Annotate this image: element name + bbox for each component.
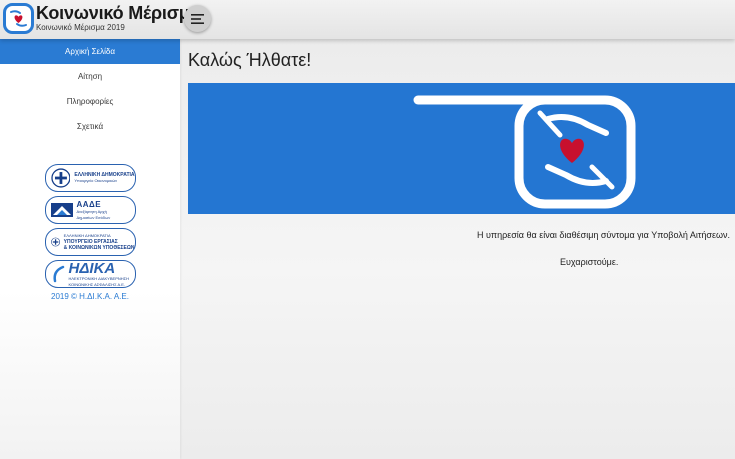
sidebar-item-application[interactable]: Αίτηση [0, 64, 180, 89]
hero-banner [188, 83, 735, 214]
partner-aade-logo[interactable]: ΑΑΔΕ Ανεξάρτητη Αρχή Δημοσίων Εσόδων [44, 196, 136, 224]
partner-hellenic-republic-logo[interactable]: ΕΛΛΗΝΙΚΗ ΔΗΜΟΚΡΑΤΙΑ Υπουργείο Οικονομικώ… [44, 164, 136, 192]
greek-emblem-icon [50, 168, 71, 188]
page-title: Καλώς Ήλθατε! [188, 50, 312, 70]
greek-emblem-icon [50, 237, 60, 247]
app-title: Κοινωνικό Μέρισμα [36, 3, 201, 23]
partner-logos: ΕΛΛΗΝΙΚΗ ΔΗΜΟΚΡΑΤΙΑ Υπουργείο Οικονομικώ… [0, 164, 180, 301]
main-content: Καλώς Ήλθατε! Η υπηρεσία θα είναι διαθέσ… [180, 39, 735, 459]
partner-aade-name: ΑΑΔΕ [76, 199, 102, 209]
idika-swoosh-icon [52, 265, 64, 283]
app-header: Κοινωνικό Μέρισμα Κοινωνικό Μέρισμα 2019 [0, 0, 735, 39]
availability-notice: Η υπηρεσία θα είναι διαθέσιμη σύντομα γι… [476, 230, 730, 240]
thanks-text: Ευχαριστούμε. [560, 257, 619, 267]
sidebar-item-about[interactable]: Σχετικά [0, 114, 180, 139]
partner-aade-sub1: Ανεξάρτητη Αρχή [76, 208, 107, 214]
partner-idika-sub1: ΗΛΕΚΤΡΟΝΙΚΗ ΔΙΑΚΥΒΕΡΝΗΣΗ [68, 275, 130, 281]
partner-labour-ministry-logo[interactable]: ΕΛΛΗΝΙΚΗ ΔΗΜΟΚΡΑΤΙΑ ΥΠΟΥΡΓΕΙΟ ΕΡΓΑΣΙΑΣ &… [44, 228, 136, 256]
partner-idika-sub2: ΚΟΙΝΩΝΙΚΗΣ ΑΣΦΑΛΙΣΗΣ Α.Ε. [68, 281, 126, 287]
app-subtitle: Κοινωνικό Μέρισμα 2019 [36, 23, 125, 32]
copyright-text: 2019 © Η.ΔΙ.Κ.Α. Α.Ε. [51, 292, 129, 301]
partner-labour-ministry-name2: & ΚΟΙΝΩΝΙΚΩΝ ΥΠΟΘΕΣΕΩΝ [63, 245, 135, 251]
menu-toggle-button[interactable] [184, 5, 211, 32]
partner-aade-sub2: Δημοσίων Εσόδων [76, 214, 111, 220]
sidebar: Αρχική Σελίδα Αίτηση Πληροφορίες Σχετικά… [0, 39, 180, 459]
sidebar-item-information[interactable]: Πληροφορίες [0, 89, 180, 114]
partner-idika-name: ΗΔΙΚΑ [68, 260, 116, 277]
hamburger-icon [191, 13, 204, 24]
hands-heart-icon [413, 95, 636, 209]
partner-hellenic-republic-ministry: Υπουργείο Οικονομικών [74, 178, 118, 183]
hands-heart-icon[interactable] [3, 3, 34, 34]
partner-idika-logo[interactable]: ΗΔΙΚΑ ΗΛΕΚΤΡΟΝΙΚΗ ΔΙΑΚΥΒΕΡΝΗΣΗ ΚΟΙΝΩΝΙΚΗ… [44, 260, 136, 288]
aade-emblem-icon [50, 203, 73, 217]
sidebar-item-home[interactable]: Αρχική Σελίδα [0, 39, 180, 64]
